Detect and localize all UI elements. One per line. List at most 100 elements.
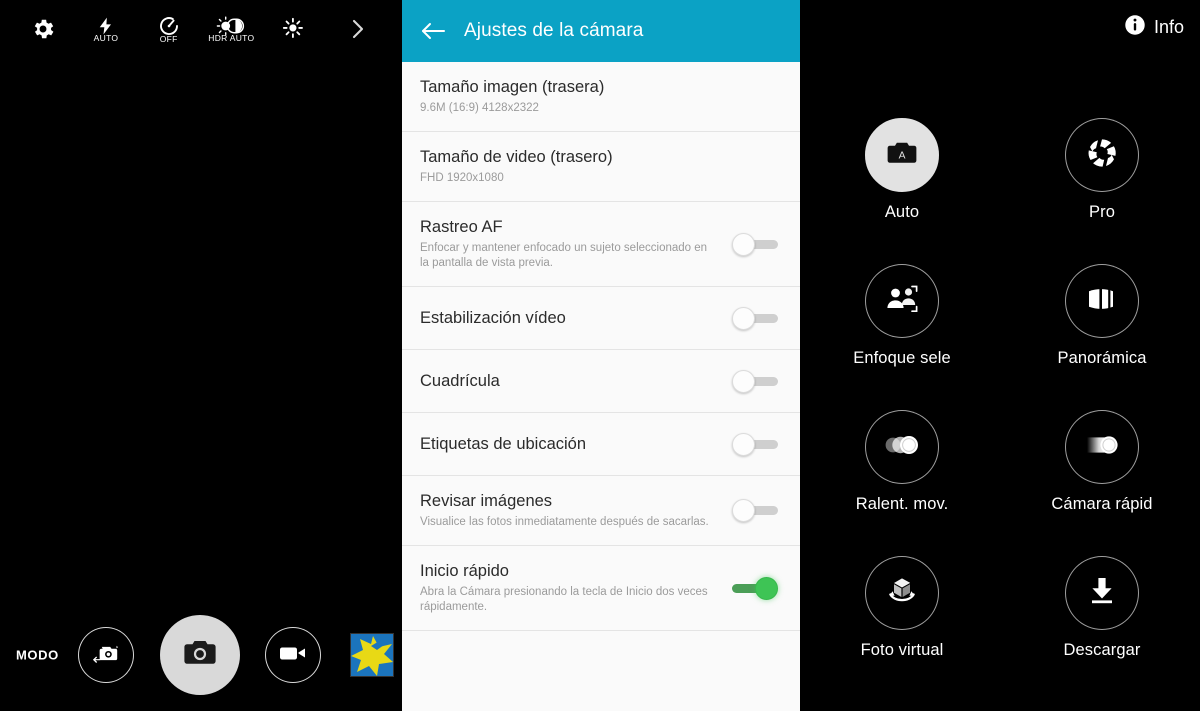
- mode-label: Foto virtual: [860, 641, 944, 659]
- toggle-thumb: [732, 369, 755, 393]
- setting-toggle[interactable]: [732, 499, 778, 523]
- setting-title: Etiquetas de ubicación: [420, 434, 587, 453]
- setting-subtitle: Enfocar y mantener enfocado un sujeto se…: [420, 241, 708, 270]
- mode-circle: [865, 556, 939, 630]
- camera-settings-panel: Ajustes de la cámara Tamaño imagen (tras…: [400, 0, 800, 711]
- timer-button[interactable]: OFF: [137, 3, 200, 55]
- toggle-thumb: [732, 432, 755, 456]
- camera-mode-panel: Info A Auto Pro Enfoque sele Panorámica …: [800, 0, 1200, 711]
- settings-gear-button[interactable]: [12, 3, 75, 55]
- mode-circle: A: [865, 118, 939, 192]
- mode-label: Auto: [884, 203, 920, 221]
- info-button[interactable]: Info: [1124, 14, 1184, 41]
- video-camera-icon: [278, 643, 308, 668]
- mode-item-auto[interactable]: A Auto: [802, 118, 1002, 222]
- info-icon: [1124, 14, 1146, 41]
- settings-title: Ajustes de la cámara: [464, 20, 644, 41]
- mode-circle: [865, 264, 939, 338]
- mode-circle: [1065, 118, 1139, 192]
- setting-subtitle: Visualice las fotos inmediatamente despu…: [420, 516, 709, 529]
- fast-motion-icon: [1083, 434, 1121, 461]
- setting-title: Tamaño de video (trasero): [420, 147, 613, 166]
- setting-row-location-tags[interactable]: Etiquetas de ubicación: [402, 412, 800, 476]
- chevron-right-icon: [345, 15, 369, 43]
- mode-label: Panorámica: [1057, 349, 1147, 367]
- selective-focus-icon: [885, 284, 919, 319]
- setting-row-review-pictures[interactable]: Revisar imágenes Visualice las fotos inm…: [402, 475, 800, 546]
- settings-gear-icon: [30, 16, 56, 42]
- mode-grid: A Auto Pro Enfoque sele Panorámica Ralen…: [802, 118, 1200, 660]
- record-video-button[interactable]: [265, 627, 321, 683]
- setting-subtitle: FHD 1920x1080: [420, 172, 504, 185]
- camera-app-screenshot: AUTO OFF HDR AUTO MODO Ajustes de la cám…: [0, 0, 1200, 711]
- gallery-thumbnail-button[interactable]: [350, 633, 394, 677]
- setting-title: Estabilización vídeo: [420, 308, 566, 327]
- setting-subtitle: 9.6M (16:9) 4128x2322: [420, 102, 539, 115]
- setting-toggle[interactable]: [732, 432, 778, 456]
- mode-item-virtual-shot[interactable]: Foto virtual: [802, 556, 1002, 660]
- switch-camera-button[interactable]: [78, 627, 134, 683]
- flash-mode-button[interactable]: AUTO: [75, 3, 138, 55]
- setting-row-image-size[interactable]: Tamaño imagen (trasera) 9.6M (16:9) 4128…: [402, 62, 800, 132]
- mode-item-slow-motion[interactable]: Ralent. mov.: [802, 410, 1002, 514]
- mode-button-label[interactable]: MODO: [16, 648, 59, 663]
- switch-camera-icon: [92, 641, 120, 670]
- hdr-label: HDR AUTO: [208, 33, 255, 43]
- setting-toggle[interactable]: [732, 576, 778, 600]
- viewfinder-bottom-controls: MODO: [0, 599, 400, 711]
- setting-title: Revisar imágenes: [420, 491, 553, 510]
- setting-title: Cuadrícula: [420, 371, 500, 390]
- gallery-thumbnail: [351, 634, 393, 676]
- svg-text:A: A: [899, 150, 906, 161]
- effects-button[interactable]: [263, 3, 326, 55]
- setting-toggle[interactable]: [732, 306, 778, 330]
- mode-item-selective-focus[interactable]: Enfoque sele: [802, 264, 1002, 368]
- camera-viewfinder-panel: AUTO OFF HDR AUTO MODO: [0, 0, 400, 711]
- setting-row-video-stabilization[interactable]: Estabilización vídeo: [402, 286, 800, 350]
- mode-item-pro[interactable]: Pro: [1002, 118, 1200, 222]
- mode-item-fast-motion[interactable]: Cámara rápid: [1002, 410, 1200, 514]
- mode-label: Ralent. mov.: [855, 495, 949, 513]
- virtual-shot-icon: [885, 575, 919, 612]
- shutter-button[interactable]: [160, 615, 240, 695]
- setting-row-grid-lines[interactable]: Cuadrícula: [402, 349, 800, 413]
- mode-label: Cámara rápid: [1051, 495, 1153, 513]
- panorama-icon: [1084, 286, 1120, 317]
- toggle-thumb: [732, 499, 755, 523]
- aperture-icon: [1085, 136, 1119, 175]
- setting-subtitle: Abra la Cámara presionando la tecla de I…: [420, 585, 708, 614]
- setting-row-video-size[interactable]: Tamaño de video (trasero) FHD 1920x1080: [402, 131, 800, 202]
- mode-circle: [1065, 264, 1139, 338]
- setting-row-quick-launch[interactable]: Inicio rápido Abra la Cámara presionando…: [402, 545, 800, 631]
- download-icon: [1087, 575, 1117, 612]
- hdr-button[interactable]: HDR AUTO: [200, 3, 263, 55]
- mode-item-download[interactable]: Descargar: [1002, 556, 1200, 660]
- setting-title: Tamaño imagen (trasera): [420, 78, 605, 96]
- mode-label: Pro: [1089, 203, 1115, 221]
- toggle-thumb: [732, 232, 755, 256]
- mode-item-panorama[interactable]: Panorámica: [1002, 264, 1200, 368]
- mode-circle: [1065, 556, 1139, 630]
- mode-circle: [1065, 410, 1139, 484]
- viewfinder-top-toolbar: AUTO OFF HDR AUTO: [0, 0, 400, 58]
- timer-label: OFF: [159, 34, 178, 44]
- settings-header: Ajustes de la cámara: [402, 0, 800, 62]
- mode-label: Descargar: [1063, 641, 1141, 659]
- mode-circle: [865, 410, 939, 484]
- mode-label: Enfoque sele: [853, 349, 951, 367]
- expand-toolbar-button[interactable]: [325, 3, 388, 55]
- settings-item-list: Tamaño imagen (trasera) 9.6M (16:9) 4128…: [402, 62, 800, 631]
- camera-auto-icon: A: [885, 139, 919, 172]
- setting-title: Rastreo AF: [420, 217, 503, 236]
- setting-toggle[interactable]: [732, 232, 778, 256]
- setting-title: Inicio rápido: [420, 561, 509, 580]
- back-arrow-icon[interactable]: [420, 20, 446, 42]
- toggle-thumb: [732, 306, 755, 330]
- info-label: Info: [1153, 17, 1184, 37]
- slow-motion-icon: [883, 434, 921, 461]
- setting-row-tracking-af[interactable]: Rastreo AF Enfocar y mantener enfocado u…: [402, 201, 800, 287]
- flash-mode-label: AUTO: [93, 33, 119, 43]
- setting-toggle[interactable]: [732, 369, 778, 393]
- effects-icon: [281, 16, 307, 42]
- toggle-thumb: [755, 576, 778, 600]
